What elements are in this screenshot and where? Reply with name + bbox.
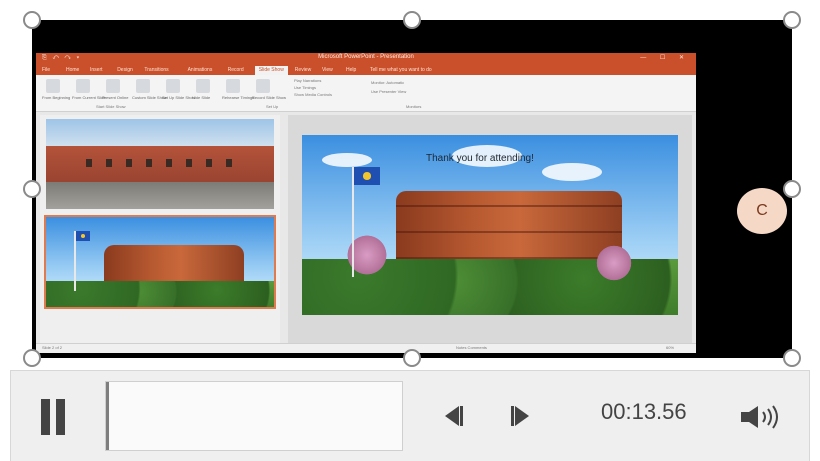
flag <box>354 167 380 185</box>
ppt-tab: Slide Show <box>254 66 288 75</box>
ribbon-button-icon <box>226 79 240 93</box>
slide-editor: Thank you for attending! <box>288 115 692 343</box>
ribbon-button-icon <box>46 79 60 93</box>
step-forward-icon[interactable] <box>509 402 535 430</box>
ribbon-check: Use Timings <box>294 85 317 90</box>
ppt-tab: Help <box>346 67 357 73</box>
ribbon-button-label: From Beginning <box>42 95 71 100</box>
ribbon-button-icon <box>76 79 90 93</box>
seek-progress <box>106 382 109 450</box>
ribbon-button-icon <box>256 79 270 93</box>
ppt-tab: Record <box>227 67 244 73</box>
video-frame[interactable]: ⎘ ↶ ↷ ▾ Microsoft PowerPoint - Presentat… <box>32 20 792 358</box>
ppt-tab: View <box>322 67 333 73</box>
slide-count: Slide 2 of 2 <box>42 345 63 350</box>
powerpoint-recording: ⎘ ↶ ↷ ▾ Microsoft PowerPoint - Presentat… <box>36 53 696 353</box>
volume-icon[interactable] <box>739 403 785 431</box>
resize-handle-right[interactable] <box>783 180 801 198</box>
media-controls: 00:13.56 <box>10 370 810 461</box>
ppt-ribbon-tabs: File Home Insert Design Transitions Animation… <box>36 66 696 75</box>
ppt-tab: Tell me what you want to do <box>370 67 432 73</box>
resize-handle-top-left[interactable] <box>23 11 41 29</box>
ppt-tab: Transitions <box>144 67 169 73</box>
ppt-tab: File <box>42 67 51 73</box>
ribbon-button-icon <box>106 79 120 93</box>
playback-time: 00:13.56 <box>601 399 687 424</box>
resize-handle-bottom-right[interactable] <box>783 349 801 367</box>
ribbon-button-label: Hide Slide <box>192 95 211 100</box>
ribbon-button-icon <box>136 79 150 93</box>
speaker-avatar: C <box>737 188 787 234</box>
monitor-option: Use Presenter View <box>371 89 407 94</box>
ribbon-button-label: Rehearse Timings <box>222 95 255 100</box>
ribbon-button-label: From Current Slide <box>72 95 106 100</box>
seek-bar[interactable] <box>105 381 403 451</box>
slide-title: Thank you for attending! <box>426 153 534 164</box>
status-notes: Notes Comments <box>456 345 487 350</box>
ppt-tab: Design <box>117 67 133 73</box>
ribbon-check: Play Narrations <box>294 78 322 83</box>
ppt-tab: Home <box>66 67 80 73</box>
ppt-tab: Review <box>294 67 312 73</box>
resize-handle-top[interactable] <box>403 11 421 29</box>
zoom-level: 60% <box>666 345 675 350</box>
monitor-option: Monitor: Automatic <box>371 80 405 85</box>
resize-handle-bottom-left[interactable] <box>23 349 41 367</box>
ppt-tab: Insert <box>90 67 103 73</box>
resize-handle-bottom[interactable] <box>403 349 421 367</box>
slide-thumbnails <box>40 115 280 347</box>
slide-thumbnail-2 <box>44 215 276 309</box>
current-slide: Thank you for attending! <box>302 135 678 315</box>
ppt-window-title: Microsoft PowerPoint - Presentation <box>318 54 414 60</box>
ribbon-button-label: Record Slide Show <box>252 95 287 100</box>
ribbon-group-label: Start Slide Show <box>96 104 126 109</box>
pause-icon[interactable] <box>39 399 67 435</box>
ribbon-button-icon <box>166 79 180 93</box>
ppt-ribbon: From Beginning From Current Slide Present … <box>36 75 696 112</box>
slide-thumbnail-1 <box>44 117 276 211</box>
resize-handle-top-right[interactable] <box>783 11 801 29</box>
ribbon-button-icon <box>196 79 210 93</box>
window-controls: — ☐ ✕ <box>640 55 690 61</box>
ppt-status-bar: Slide 2 of 2 Notes Comments 60% <box>36 343 696 353</box>
ribbon-group-label: Monitors <box>406 104 422 109</box>
ribbon-check: Show Media Controls <box>294 92 333 97</box>
ppt-title-bar: ⎘ ↶ ↷ ▾ Microsoft PowerPoint - Presentat… <box>36 53 696 66</box>
ribbon-group-label: Set Up <box>266 104 279 109</box>
street-photo <box>46 119 274 209</box>
ribbon-button-label: Present Online <box>102 95 129 100</box>
ppt-tab: Animations <box>187 67 213 73</box>
ribbon-button-label: Set Up Slide Show <box>162 95 196 100</box>
resize-handle-left[interactable] <box>23 180 41 198</box>
step-back-icon[interactable] <box>439 402 465 430</box>
